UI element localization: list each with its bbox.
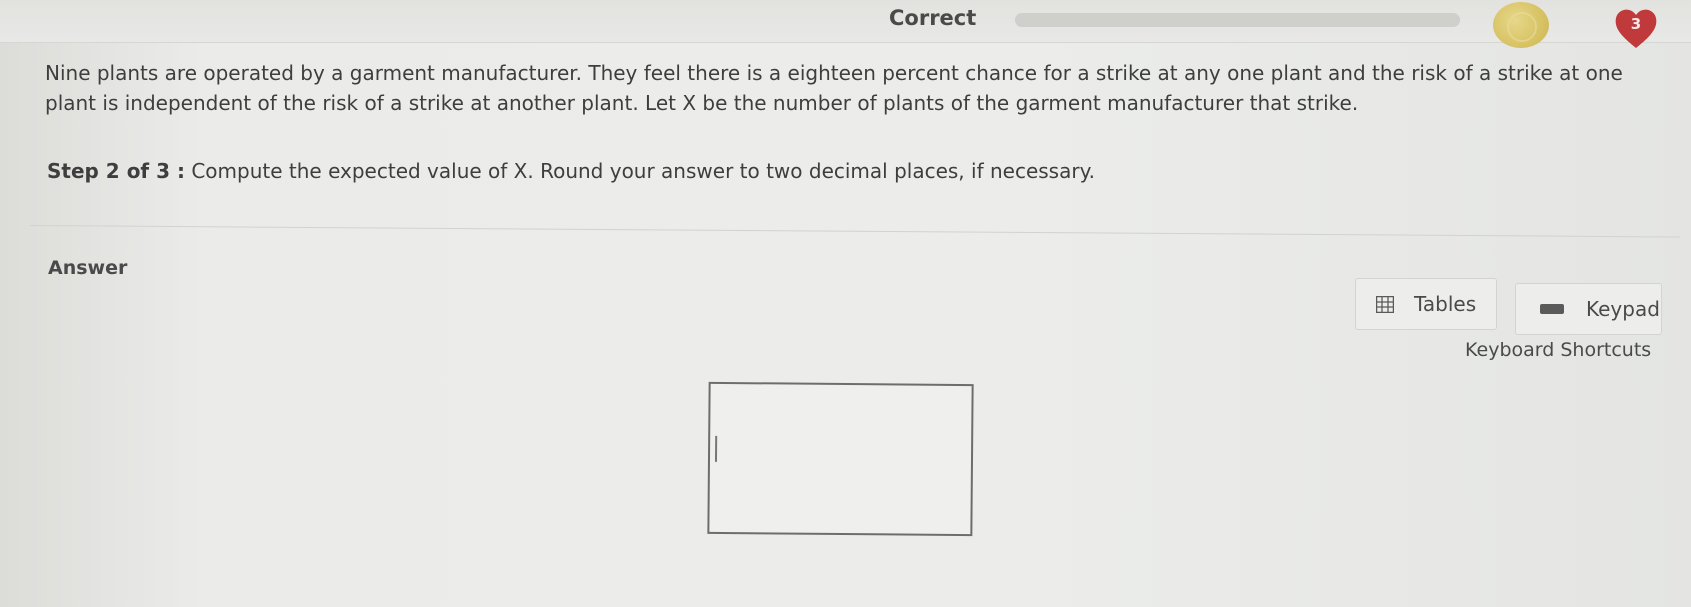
step-text: Compute the expected value of X. Round y… xyxy=(191,159,1095,183)
keyboard-shortcuts-link[interactable]: Keyboard Shortcuts xyxy=(1465,339,1651,361)
answer-input[interactable] xyxy=(707,381,974,537)
coin-icon[interactable] xyxy=(1493,2,1549,48)
question-text: Nine plants are operated by a garment ma… xyxy=(45,61,1623,115)
step-instruction: Step 2 of 3 : Compute the expected value… xyxy=(47,156,1095,186)
progress-fill xyxy=(1015,13,1460,27)
hearts-count: 3 xyxy=(1630,15,1642,33)
tables-label: Tables xyxy=(1414,292,1477,316)
status-text: Correct xyxy=(889,6,977,30)
grid-icon xyxy=(1376,295,1394,313)
keypad-button[interactable]: Keypad xyxy=(1515,283,1662,335)
divider xyxy=(29,225,1680,238)
step-label: Step 2 of 3 : xyxy=(47,159,185,183)
keyboard-icon xyxy=(1540,304,1564,314)
top-bar: Correct 3 xyxy=(0,0,1691,49)
page: Correct 3 Nine plants are operated by a … xyxy=(0,0,1691,607)
heart-icon[interactable]: 3 xyxy=(1613,6,1659,50)
answer-heading: Answer xyxy=(48,257,128,279)
progress-bar xyxy=(1015,13,1460,27)
tables-button[interactable]: Tables xyxy=(1355,278,1497,330)
text-cursor xyxy=(714,435,718,462)
keypad-label: Keypad xyxy=(1586,297,1660,321)
